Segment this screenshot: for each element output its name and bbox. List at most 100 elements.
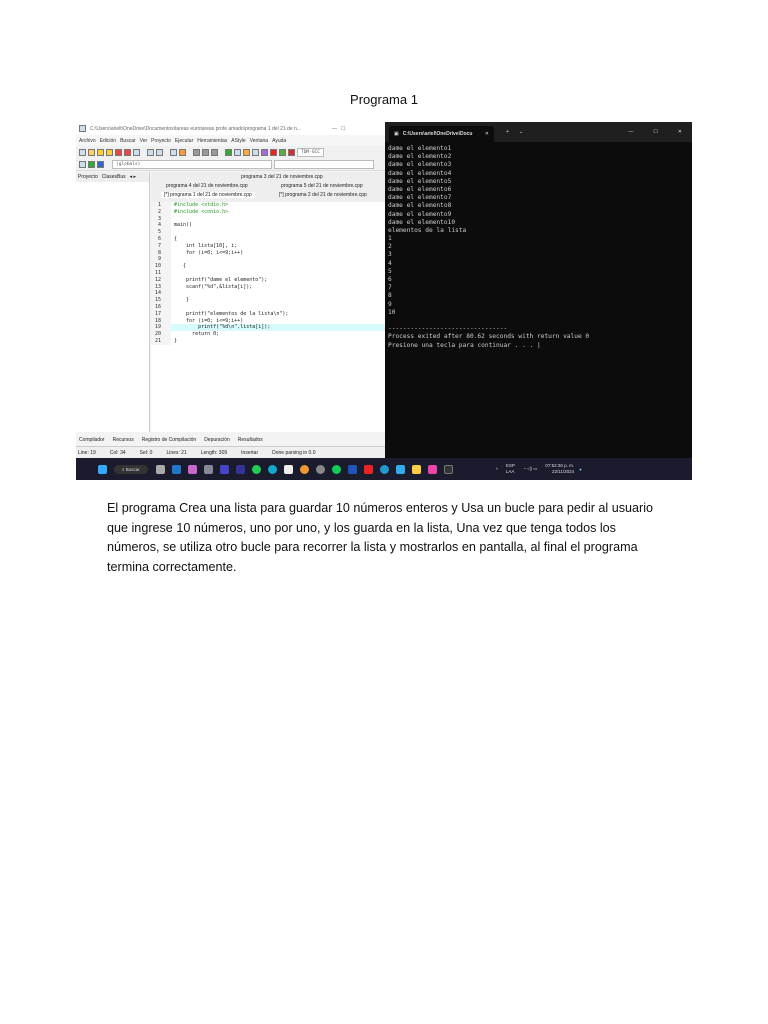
menu-ayuda[interactable]: Ayuda bbox=[272, 138, 286, 144]
menu-ventana[interactable]: Ventana bbox=[250, 138, 268, 144]
code-text: #include <stdio.h> bbox=[174, 202, 229, 208]
compiler-select[interactable]: TDM-GCC bbox=[297, 147, 324, 157]
file-tab[interactable]: [*] programa 2 del 21 de noviembre.cpp bbox=[279, 192, 367, 198]
close-tab-icon[interactable]: ✕ bbox=[485, 131, 489, 137]
find-icon[interactable] bbox=[147, 148, 154, 156]
tab-scroll-arrows[interactable]: ◂ ▸ bbox=[130, 174, 136, 180]
file-tab-active[interactable]: [*] programa 1 del 21 de noviembre.cpp bbox=[161, 192, 255, 198]
comment-icon[interactable] bbox=[211, 148, 218, 156]
youtube-icon[interactable] bbox=[363, 464, 373, 474]
windows-start-icon[interactable] bbox=[98, 464, 107, 474]
indent-icon[interactable] bbox=[193, 148, 200, 156]
open-icon[interactable] bbox=[88, 148, 95, 156]
close-file-icon[interactable] bbox=[115, 148, 122, 156]
bookmark-icon[interactable] bbox=[179, 148, 186, 156]
console-line: dame el elemento6 bbox=[388, 185, 452, 193]
lang-region: LAA bbox=[505, 469, 515, 474]
ide-title: C:\Users\arielt\OneDrive\Documentos\tare… bbox=[90, 125, 301, 132]
language-indicator[interactable]: ESP LAA bbox=[506, 463, 515, 475]
app-icon[interactable] bbox=[395, 464, 405, 474]
spotify-icon[interactable] bbox=[331, 464, 341, 474]
file-tab[interactable]: programa 5 del 21 de noviembre.cpp bbox=[281, 183, 363, 189]
edge-icon[interactable] bbox=[267, 464, 277, 474]
project-panel: Proyecto ClasesBus ◂ ▸ bbox=[76, 172, 150, 432]
debug-icon[interactable] bbox=[88, 160, 95, 168]
menu-proyecto[interactable]: Proyecto bbox=[151, 138, 171, 144]
menu-edicion[interactable]: Edición bbox=[100, 138, 116, 144]
devcpp-icon[interactable] bbox=[235, 464, 245, 474]
gutter bbox=[163, 337, 171, 345]
code-line: 10 { bbox=[151, 263, 385, 270]
minimize-icon[interactable]: — bbox=[628, 129, 633, 135]
line-number: 9 bbox=[151, 256, 163, 264]
search-box[interactable]: ⌕ Buscar bbox=[114, 464, 148, 474]
menu-ejecutar[interactable]: Ejecutar bbox=[175, 138, 193, 144]
save-all-icon[interactable] bbox=[106, 148, 113, 156]
tab-compilador[interactable]: Compilador bbox=[79, 437, 105, 443]
line-number: 8 bbox=[151, 249, 163, 257]
instagram-icon[interactable] bbox=[427, 464, 437, 474]
menu-buscar[interactable]: Buscar bbox=[120, 138, 136, 144]
new-file-icon[interactable] bbox=[79, 148, 86, 156]
close-all-icon[interactable] bbox=[124, 148, 131, 156]
replace-icon[interactable] bbox=[156, 148, 163, 156]
code-text: printf("%d\n",lista[i]); bbox=[174, 324, 271, 331]
unindent-icon[interactable] bbox=[202, 148, 209, 156]
member-select[interactable] bbox=[274, 159, 374, 169]
clock[interactable]: 07:52:36 p. m. 22/11/2024 bbox=[545, 463, 574, 475]
chevron-up-icon[interactable]: ^ bbox=[496, 467, 498, 472]
notification-icon[interactable]: ● bbox=[579, 467, 582, 472]
print-icon[interactable] bbox=[133, 148, 140, 156]
console-line: 10 bbox=[388, 308, 396, 316]
compile-icon[interactable] bbox=[225, 148, 232, 156]
tab-registro[interactable]: Registro de Compilación bbox=[142, 437, 196, 443]
tab-clases[interactable]: ClasesBus bbox=[102, 174, 126, 180]
terminal-icon[interactable] bbox=[443, 464, 453, 474]
minimize-icon[interactable]: — bbox=[332, 126, 337, 132]
code-editor[interactable]: 1 #include <stdio.h> 2 #include <conio.h> 3 4… bbox=[151, 202, 385, 432]
close-icon[interactable]: ✕ bbox=[678, 129, 682, 135]
class-icon[interactable] bbox=[79, 160, 86, 168]
stop-icon[interactable] bbox=[270, 148, 277, 156]
new-tab-icon[interactable]: + bbox=[506, 129, 509, 135]
goto-icon[interactable] bbox=[170, 148, 177, 156]
tab-depuracion[interactable]: Depuración bbox=[204, 437, 230, 443]
telegram-icon[interactable] bbox=[379, 464, 389, 474]
code-text: } bbox=[174, 337, 178, 344]
dropdown-icon[interactable]: ⌄ bbox=[519, 129, 523, 135]
menu-astyle[interactable]: AStyle bbox=[231, 138, 245, 144]
app-icon[interactable] bbox=[219, 464, 229, 474]
save-icon[interactable] bbox=[97, 148, 104, 156]
menu-ver[interactable]: Ver bbox=[140, 138, 148, 144]
app-icon[interactable] bbox=[171, 464, 181, 474]
store-icon[interactable] bbox=[283, 464, 293, 474]
scope-select[interactable]: (globals) bbox=[112, 159, 272, 169]
tab-resultados[interactable]: Resultados bbox=[238, 437, 263, 443]
maximize-icon[interactable]: ☐ bbox=[653, 129, 657, 135]
console-tab[interactable]: ▣ C:\Users\ariel\OneDrive\Docu ✕ bbox=[389, 126, 494, 142]
file-explorer-icon[interactable] bbox=[411, 464, 421, 474]
tab-proyecto[interactable]: Proyecto bbox=[78, 174, 98, 180]
gutter bbox=[163, 290, 171, 298]
info-icon[interactable] bbox=[97, 160, 104, 168]
maximize-icon[interactable]: ☐ bbox=[341, 126, 345, 132]
file-tab[interactable]: programa 3 del 21 de noviembre.cpp bbox=[241, 174, 323, 180]
tab-recursos[interactable]: Recursos bbox=[113, 437, 134, 443]
menu-archivo[interactable]: Archivo bbox=[79, 138, 96, 144]
copilot-icon[interactable] bbox=[187, 464, 197, 474]
camera-icon[interactable] bbox=[203, 464, 213, 474]
task-view-icon[interactable] bbox=[155, 464, 165, 474]
delete-icon[interactable] bbox=[288, 148, 295, 156]
chart-icon[interactable] bbox=[279, 148, 286, 156]
file-tab[interactable]: programa 4 del 21 de noviembre.cpp bbox=[166, 183, 248, 189]
settings-icon[interactable] bbox=[315, 464, 325, 474]
menu-herramientas[interactable]: Herramientas bbox=[197, 138, 227, 144]
whatsapp-icon[interactable] bbox=[251, 464, 261, 474]
network-volume-battery-icon[interactable]: ◔ ◁) ▭ bbox=[523, 466, 537, 472]
check-icon[interactable] bbox=[261, 148, 268, 156]
compile-run-icon[interactable] bbox=[243, 148, 250, 156]
run-icon[interactable] bbox=[234, 148, 241, 156]
rebuild-icon[interactable] bbox=[252, 148, 259, 156]
chrome-icon[interactable] bbox=[299, 464, 309, 474]
word-icon[interactable] bbox=[347, 464, 357, 474]
